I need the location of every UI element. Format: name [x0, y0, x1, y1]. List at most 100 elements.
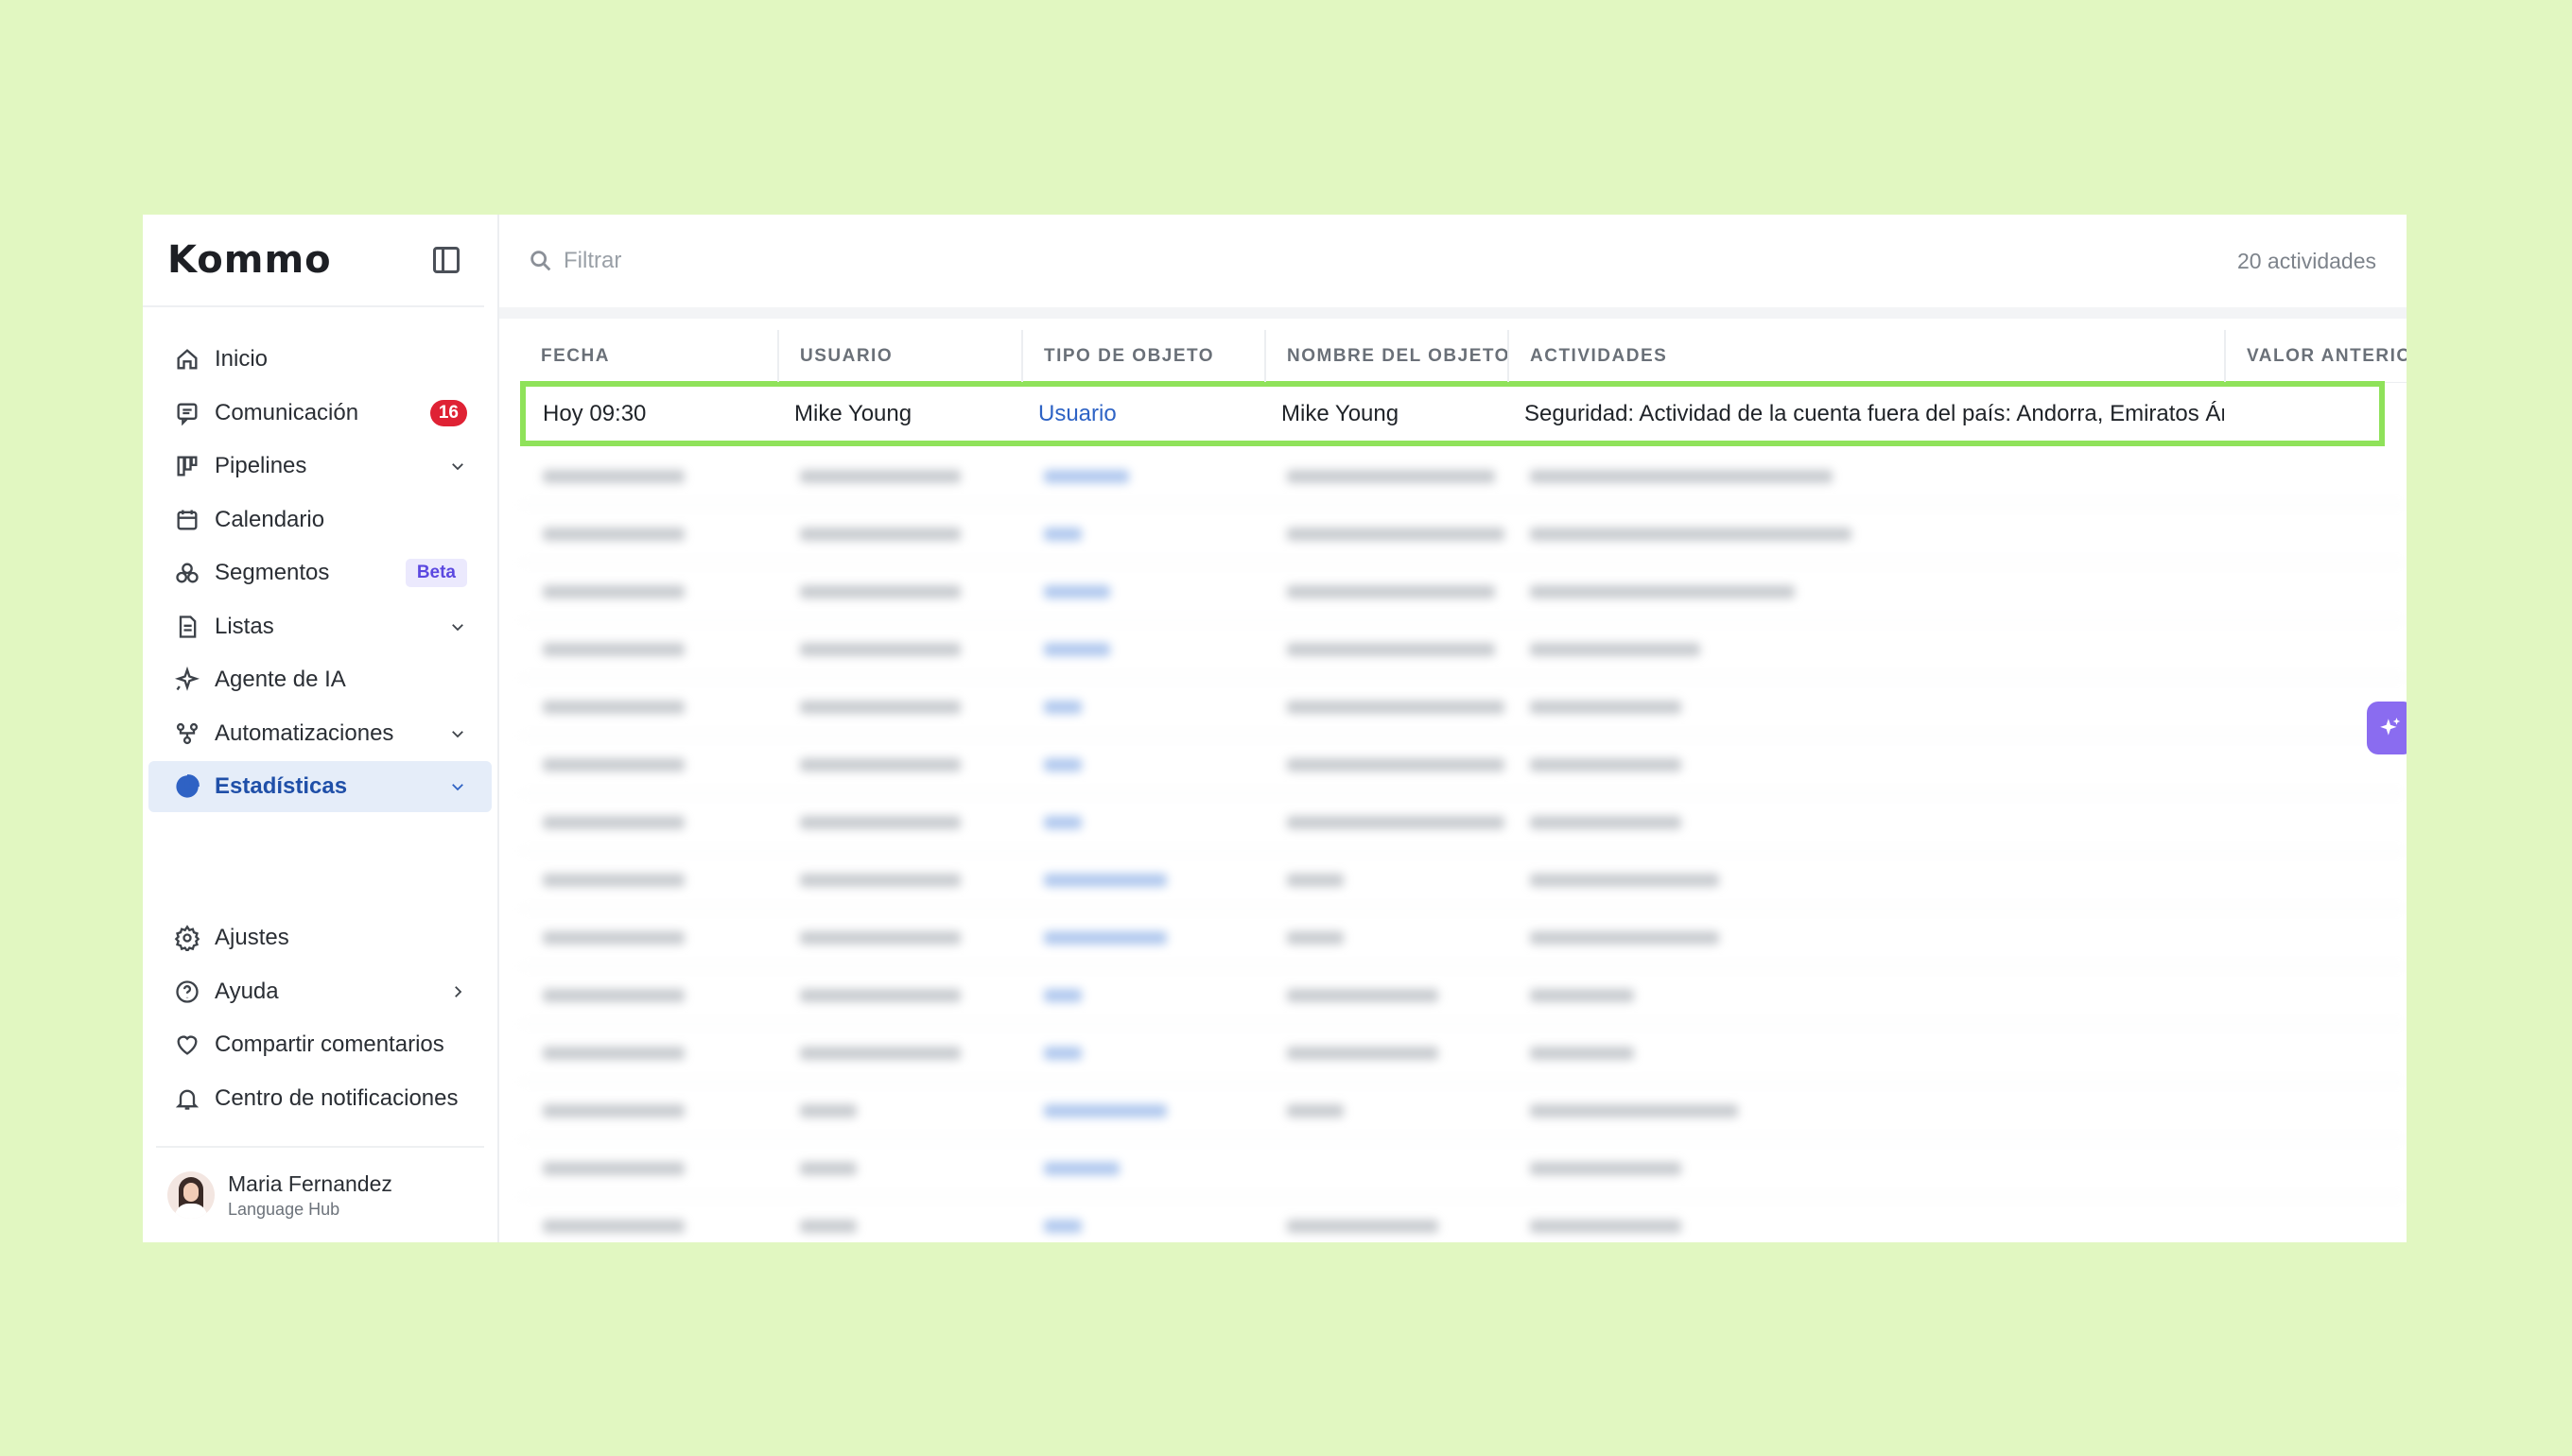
sidebar-item-segmentos[interactable]: Segmentos Beta [148, 547, 492, 598]
blurred-cell [520, 1219, 777, 1233]
brand-bar: Kommo [143, 215, 484, 307]
table-row[interactable] [520, 794, 2407, 852]
blurred-cell [1264, 584, 1507, 598]
blurred-cell [777, 642, 1021, 656]
table-row[interactable] [520, 448, 2407, 506]
app-window: Kommo Inicio Comunicación 16 Pipelines C… [143, 215, 2407, 1242]
sidebar-item-automatizaciones[interactable]: Automatizaciones [148, 708, 492, 759]
column-header-valor-anterior[interactable]: VALOR ANTERIOR [2224, 330, 2407, 382]
column-header-usuario[interactable]: USUARIO [777, 330, 1021, 382]
blurred-cell [777, 527, 1021, 541]
activity-table: FECHA USUARIO TIPO DE OBJETO NOMBRE DEL … [520, 330, 2407, 1242]
blurred-cell [1021, 700, 1264, 714]
blurred-cell [520, 1103, 777, 1118]
blurred-cell [1264, 815, 1507, 829]
column-header-tipo[interactable]: TIPO DE OBJETO [1021, 330, 1264, 382]
pipeline-icon [173, 452, 201, 480]
table-row[interactable] [520, 563, 2407, 621]
ai-assistant-button[interactable] [2367, 702, 2407, 754]
table-row[interactable] [520, 1198, 2407, 1242]
blurred-cell [520, 930, 777, 945]
sidebar-item-comunicacion[interactable]: Comunicación 16 [148, 388, 492, 439]
chat-icon [173, 399, 201, 427]
sidebar-item-label: Pipelines [215, 453, 307, 478]
blurred-cell [1021, 930, 1264, 945]
blurred-cell [1021, 642, 1264, 656]
blurred-cell [1264, 1162, 1507, 1175]
user-profile[interactable]: Maria Fernandez Language Hub [156, 1146, 484, 1242]
blurred-cell [1021, 469, 1264, 483]
table-row[interactable] [520, 852, 2407, 910]
blurred-cell [1021, 815, 1264, 829]
sidebar-item-inicio[interactable]: Inicio [148, 334, 492, 385]
sidebar-item-label: Inicio [215, 346, 269, 372]
cell-fecha: Hoy 09:30 [543, 400, 647, 426]
cell-actividad: Seguridad: Actividad de la cuenta fuera … [1524, 400, 2224, 426]
blurred-cell [520, 469, 777, 483]
blurred-cell [1507, 1219, 2224, 1233]
blurred-cell [777, 1103, 1021, 1118]
blurred-cell [1507, 1046, 2224, 1060]
table-row[interactable] [520, 910, 2407, 967]
blurred-cell [520, 527, 777, 541]
table-row[interactable] [520, 1140, 2407, 1198]
sidebar-item-pipelines[interactable]: Pipelines [148, 441, 492, 492]
column-header-nombre[interactable]: NOMBRE DEL OBJETO [1264, 330, 1508, 382]
sidebar-item-label: Centro de notificaciones [215, 1084, 459, 1111]
table-row[interactable] [520, 1025, 2407, 1083]
blurred-cell [1264, 873, 1507, 887]
sidebar-item-estadisticas[interactable]: Estadísticas [148, 761, 492, 812]
blurred-cell [1021, 1161, 1264, 1175]
sidebar-item-calendario[interactable]: Calendario [148, 494, 492, 546]
chevron-down-icon[interactable] [448, 457, 467, 476]
blurred-cell [1264, 642, 1507, 656]
user-name: Maria Fernandez [228, 1170, 392, 1196]
blurred-cell [1021, 988, 1264, 1002]
sidebar-item-centro-notificaciones[interactable]: Centro de notificaciones [148, 1073, 492, 1124]
sidebar-item-compartir-comentarios[interactable]: Compartir comentarios [148, 1019, 492, 1070]
blurred-cell [777, 1161, 1021, 1175]
cell-nombre: Mike Young [1281, 400, 1399, 426]
sidebar-item-ayuda[interactable]: Ayuda [148, 966, 492, 1017]
sidebar-item-ajustes[interactable]: Ajustes [148, 912, 492, 963]
unread-count-badge: 16 [429, 399, 467, 426]
cell-tipo-link[interactable]: Usuario [1021, 401, 1264, 427]
blurred-cell [777, 815, 1021, 829]
sidebar-item-label: Ajustes [215, 925, 289, 950]
table-row[interactable] [520, 679, 2407, 737]
table-row[interactable] [520, 967, 2407, 1025]
table-header: FECHA USUARIO TIPO DE OBJETO NOMBRE DEL … [520, 330, 2407, 383]
column-header-actividades[interactable]: ACTIVIDADES [1507, 330, 2224, 382]
beta-badge: Beta [405, 559, 467, 587]
sidebar-item-label: Agente de IA [215, 667, 346, 692]
table-row[interactable] [520, 1083, 2407, 1140]
column-header-fecha[interactable]: FECHA [520, 330, 777, 382]
table-row[interactable] [520, 737, 2407, 794]
sidebar-nav: Inicio Comunicación 16 Pipelines Calenda… [143, 307, 497, 812]
blurred-cell [1264, 469, 1507, 483]
sidebar-collapse-icon[interactable] [433, 247, 460, 273]
blurred-cell [1507, 469, 2224, 483]
sidebar-item-agente-ia[interactable]: Agente de IA [148, 654, 492, 705]
table-row-highlighted[interactable]: Hoy 09:30 Mike Young Usuario Mike Young … [520, 381, 2385, 446]
blurred-cell [1507, 1161, 2224, 1175]
kommo-logo[interactable]: Kommo [167, 238, 332, 282]
table-row[interactable] [520, 506, 2407, 563]
chevron-down-icon[interactable] [448, 724, 467, 743]
blurred-cell [1021, 757, 1264, 771]
filter-input[interactable] [564, 248, 2237, 274]
chevron-right-icon[interactable] [448, 982, 467, 1001]
sidebar-item-listas[interactable]: Listas [148, 601, 492, 652]
user-org: Language Hub [228, 1199, 340, 1219]
activity-count: 20 actividades [2236, 248, 2376, 273]
blurred-cell [777, 873, 1021, 887]
blurred-cell [777, 1219, 1021, 1233]
blurred-cell [1507, 757, 2224, 771]
blurred-cell [777, 930, 1021, 945]
blurred-cell [520, 700, 777, 714]
segments-icon [173, 559, 201, 587]
chevron-down-icon[interactable] [448, 777, 467, 796]
blurred-cell [1021, 1103, 1264, 1118]
chevron-down-icon[interactable] [448, 617, 467, 636]
table-row[interactable] [520, 621, 2407, 679]
